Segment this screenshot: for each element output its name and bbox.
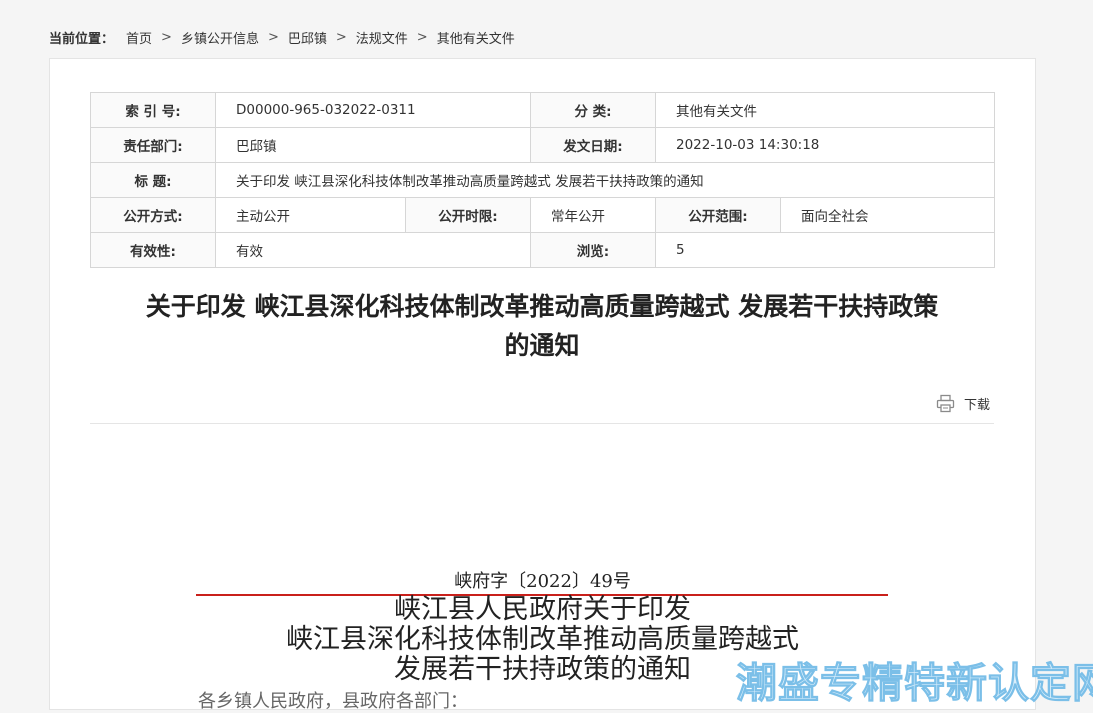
breadcrumb-baqiu[interactable]: 巴邱镇 bbox=[288, 28, 327, 47]
watermark: 潮盛专精特新认定网 bbox=[736, 659, 1093, 708]
table-row: 责任部门: 巴邱镇 发文日期: 2022-10-03 14:30:18 bbox=[90, 127, 995, 163]
divider bbox=[90, 423, 994, 424]
category-value: 其他有关文件 bbox=[655, 92, 995, 128]
views-value: 5 bbox=[655, 232, 995, 268]
title-value: 关于印发 峡江县深化科技体制改革推动高质量跨越式 发展若干扶持政策的通知 bbox=[215, 162, 995, 198]
date-value: 2022-10-03 14:30:18 bbox=[655, 127, 995, 163]
download-label: 下载 bbox=[964, 398, 991, 413]
breadcrumb-separator: > bbox=[335, 29, 347, 45]
document-number: 峡府字〔2022〕49号 bbox=[454, 571, 631, 592]
title-label: 标 题: bbox=[90, 162, 216, 198]
table-row: 公开方式: 主动公开 公开时限: 常年公开 公开范围: 面向全社会 bbox=[90, 197, 995, 233]
document-heading-line: 峡江县人民政府关于印发 bbox=[394, 594, 691, 625]
content-panel: 索 引 号: D00000-965-032022-0311 分 类: 其他有关文… bbox=[49, 58, 1036, 712]
date-label: 发文日期: bbox=[530, 127, 656, 163]
views-label: 浏览: bbox=[530, 232, 656, 268]
validity-label: 有效性: bbox=[90, 232, 216, 268]
breadcrumb-separator: > bbox=[161, 29, 172, 45]
breadcrumb-township-info[interactable]: 乡镇公开信息 bbox=[181, 28, 259, 47]
breadcrumb: 当前位置： 首页 > 乡镇公开信息 > 巴邱镇 > 法规文件 > 其他有关文件 bbox=[49, 28, 515, 47]
table-row: 标 题: 关于印发 峡江县深化科技体制改革推动高质量跨越式 发展若干扶持政策的通… bbox=[90, 162, 995, 198]
breadcrumb-separator: > bbox=[267, 29, 279, 45]
breadcrumb-other-files[interactable]: 其他有关文件 bbox=[437, 28, 515, 47]
validity-value: 有效 bbox=[215, 232, 531, 268]
page-title-line: 关于印发 峡江县深化科技体制改革推动高质量跨越式 发展若干扶持政策 bbox=[145, 292, 939, 321]
table-row: 索 引 号: D00000-965-032022-0311 分 类: 其他有关文… bbox=[90, 92, 995, 128]
period-label: 公开时限: bbox=[405, 197, 531, 233]
scope-value: 面向全社会 bbox=[780, 197, 995, 233]
document-recipient-line: 各乡镇人民政府，县政府各部门： bbox=[198, 691, 468, 712]
method-label: 公开方式: bbox=[90, 197, 216, 233]
breadcrumb-label: 当前位置： bbox=[49, 31, 115, 47]
download-button[interactable]: 下载 bbox=[936, 394, 990, 413]
category-label: 分 类: bbox=[530, 92, 656, 128]
dept-value: 巴邱镇 bbox=[215, 127, 531, 163]
index-value: D00000-965-032022-0311 bbox=[215, 92, 531, 128]
page-title: 关于印发 峡江县深化科技体制改革推动高质量跨越式 发展若干扶持政策 的通知 bbox=[90, 287, 994, 365]
scope-label: 公开范围: bbox=[655, 197, 781, 233]
table-row: 有效性: 有效 浏览: 5 bbox=[90, 232, 995, 268]
printer-icon bbox=[936, 394, 955, 413]
index-label: 索 引 号: bbox=[90, 92, 216, 128]
breadcrumb-home[interactable]: 首页 bbox=[126, 28, 152, 47]
period-value: 常年公开 bbox=[530, 197, 656, 233]
page-title-line: 的通知 bbox=[504, 331, 580, 360]
method-value: 主动公开 bbox=[215, 197, 406, 233]
dept-label: 责任部门: bbox=[90, 127, 216, 163]
metadata-table: 索 引 号: D00000-965-032022-0311 分 类: 其他有关文… bbox=[90, 92, 995, 268]
breadcrumb-separator: > bbox=[416, 29, 428, 45]
breadcrumb-regulations[interactable]: 法规文件 bbox=[356, 28, 408, 47]
